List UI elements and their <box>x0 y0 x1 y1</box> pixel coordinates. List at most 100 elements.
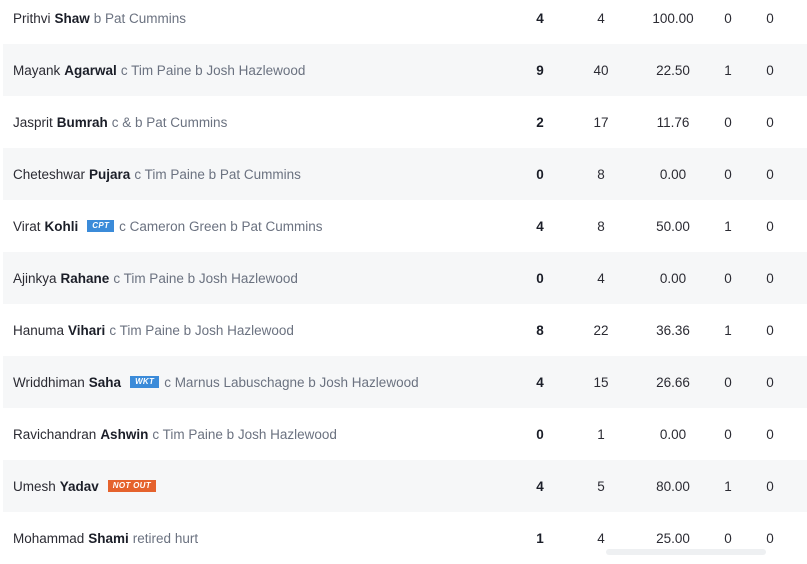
sixes-cell: 0 <box>766 10 774 26</box>
player-last-name[interactable]: Vihari <box>68 323 105 338</box>
runs-cell: 4 <box>536 374 544 390</box>
balls-cell: 15 <box>593 374 609 390</box>
player-cell: Mohammad Shami retired hurt <box>13 512 198 564</box>
balls-cell: 22 <box>593 322 609 338</box>
sixes-cell: 0 <box>766 218 774 234</box>
runs-cell: 0 <box>536 270 544 286</box>
player-first-name: Ravichandran <box>13 426 97 442</box>
strike-rate-cell: 25.00 <box>656 530 690 546</box>
balls-cell: 4 <box>597 530 605 546</box>
batsman-row[interactable]: Hanuma Vihari c Tim Paine b Josh Hazlewood… <box>3 304 807 356</box>
strike-rate-cell: 36.36 <box>656 322 690 338</box>
sixes-cell: 0 <box>766 322 774 338</box>
player-cell: Virat Kohli CPT c Cameron Green b Pat Cummi… <box>13 200 323 252</box>
player-last-name[interactable]: Kohli <box>45 219 79 234</box>
player-first-name: Cheteshwar <box>13 166 86 182</box>
dismissal-text: c Tim Paine b Josh Hazlewood <box>120 62 306 78</box>
balls-cell: 8 <box>597 218 605 234</box>
sixes-cell: 0 <box>766 114 774 130</box>
batsman-row[interactable]: Virat Kohli CPT c Cameron Green b Pat Cummi… <box>3 200 807 252</box>
runs-cell: 0 <box>536 166 544 182</box>
dismissal-text: c Tim Paine b Josh Hazlewood <box>113 270 298 286</box>
player-cell: Prithvi Shaw b Pat Cummins <box>13 0 186 44</box>
strike-rate-cell: 0.00 <box>659 166 687 182</box>
wicketkeeper-badge: WKT <box>130 376 160 388</box>
fours-cell: 0 <box>724 114 732 130</box>
player-first-name: Mayank <box>13 62 61 78</box>
strike-rate-cell: 80.00 <box>656 478 690 494</box>
player-first-name: Virat <box>13 218 41 234</box>
player-last-name[interactable]: Shaw <box>55 11 90 26</box>
dismissal-text: b Pat Cummins <box>93 10 187 26</box>
sixes-cell: 0 <box>766 62 774 78</box>
batsman-row[interactable]: Umesh Yadav NOT OUT 4 5 80.00 1 0 <box>3 460 807 512</box>
balls-cell: 1 <box>597 426 605 442</box>
balls-cell: 5 <box>597 478 605 494</box>
player-cell: Ravichandran Ashwin c Tim Paine b Josh Haz… <box>13 408 337 460</box>
player-cell: Ajinkya Rahane c Tim Paine b Josh Hazlewoo… <box>13 252 298 304</box>
player-last-name[interactable]: Shami <box>88 531 129 546</box>
balls-cell: 40 <box>593 62 609 78</box>
sixes-cell: 0 <box>766 374 774 390</box>
player-last-name[interactable]: Rahane <box>61 271 110 286</box>
dismissal-text: c Cameron Green b Pat Cummins <box>119 218 323 234</box>
balls-cell: 4 <box>597 10 605 26</box>
player-last-name[interactable]: Bumrah <box>57 115 108 130</box>
strike-rate-cell: 100.00 <box>652 10 694 26</box>
batsman-row[interactable]: Wriddhiman Saha WKT c Marnus Labuschagne b … <box>3 356 807 408</box>
player-last-name[interactable]: Saha <box>89 375 121 390</box>
dismissal-text: c Tim Paine b Josh Hazlewood <box>109 322 294 338</box>
player-last-name[interactable]: Yadav <box>60 479 99 494</box>
strike-rate-cell: 0.00 <box>659 270 687 286</box>
batsman-row[interactable]: Mohammad Shami retired hurt 1 4 25.00 0 0 <box>3 512 807 564</box>
player-first-name: Jasprit <box>13 114 53 130</box>
runs-cell: 0 <box>536 426 544 442</box>
batsman-row[interactable]: Ajinkya Rahane c Tim Paine b Josh Hazlewoo… <box>3 252 807 304</box>
runs-cell: 2 <box>536 114 544 130</box>
player-cell: Umesh Yadav NOT OUT <box>13 460 157 512</box>
dismissal-text: c & b Pat Cummins <box>111 114 228 130</box>
strike-rate-cell: 22.50 <box>656 62 690 78</box>
fours-cell: 0 <box>724 10 732 26</box>
runs-cell: 4 <box>536 10 544 26</box>
player-last-name[interactable]: Ashwin <box>100 427 148 442</box>
batsman-row[interactable]: Cheteshwar Pujara c Tim Paine b Pat Cummin… <box>3 148 807 200</box>
player-last-name[interactable]: Pujara <box>89 167 130 182</box>
dismissal-text: c Tim Paine b Pat Cummins <box>134 166 301 182</box>
player-cell: Mayank Agarwal c Tim Paine b Josh Hazlewoo… <box>13 44 305 96</box>
fours-cell: 1 <box>724 478 732 494</box>
player-cell: Wriddhiman Saha WKT c Marnus Labuschagne b … <box>13 356 419 408</box>
sixes-cell: 0 <box>766 270 774 286</box>
fours-cell: 1 <box>724 62 732 78</box>
strike-rate-cell: 50.00 <box>656 218 690 234</box>
fours-cell: 0 <box>724 530 732 546</box>
batsman-row[interactable]: Mayank Agarwal c Tim Paine b Josh Hazlewoo… <box>3 44 807 96</box>
player-first-name: Prithvi <box>13 10 51 26</box>
batsman-row[interactable]: Jasprit Bumrah c & b Pat Cummins 2 17 11.76 0 0 <box>3 96 807 148</box>
fours-cell: 0 <box>724 166 732 182</box>
player-first-name: Umesh <box>13 478 56 494</box>
player-last-name[interactable]: Agarwal <box>64 63 117 78</box>
batting-scorecard: Prithvi Shaw b Pat Cummins 4 4 100.00 0 0 Mayank… <box>0 0 807 564</box>
runs-cell: 1 <box>536 530 544 546</box>
player-first-name: Wriddhiman <box>13 374 85 390</box>
runs-cell: 4 <box>536 478 544 494</box>
sixes-cell: 0 <box>766 426 774 442</box>
strike-rate-cell: 0.00 <box>659 426 687 442</box>
fours-cell: 1 <box>724 218 732 234</box>
batsman-row[interactable]: Prithvi Shaw b Pat Cummins 4 4 100.00 0 0 <box>3 0 807 44</box>
player-first-name: Mohammad <box>13 530 85 546</box>
fours-cell: 0 <box>724 426 732 442</box>
player-cell: Hanuma Vihari c Tim Paine b Josh Hazlewood <box>13 304 294 356</box>
runs-cell: 8 <box>536 322 544 338</box>
scroll-indicator <box>606 549 766 555</box>
runs-cell: 4 <box>536 218 544 234</box>
captain-badge: CPT <box>87 220 115 232</box>
balls-cell: 17 <box>593 114 609 130</box>
strike-rate-cell: 26.66 <box>656 374 690 390</box>
strike-rate-cell: 11.76 <box>656 114 690 130</box>
batsman-row[interactable]: Ravichandran Ashwin c Tim Paine b Josh Haz… <box>3 408 807 460</box>
not-out-badge: NOT OUT <box>107 480 156 492</box>
fours-cell: 0 <box>724 270 732 286</box>
player-first-name: Hanuma <box>13 322 65 338</box>
